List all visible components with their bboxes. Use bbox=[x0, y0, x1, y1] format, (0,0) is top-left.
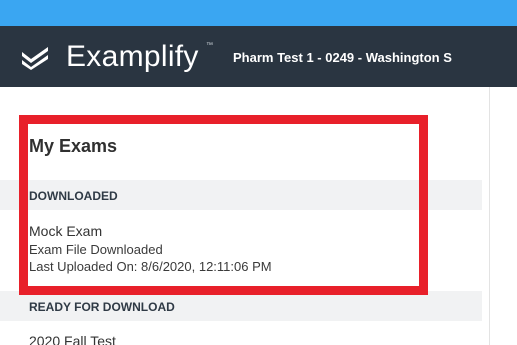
section-header-ready-for-download: READY FOR DOWNLOAD bbox=[0, 291, 482, 321]
panel-divider bbox=[489, 87, 490, 345]
brand-name: Examplify bbox=[66, 40, 199, 73]
examplify-check-logo-icon bbox=[22, 47, 48, 70]
section-label: READY FOR DOWNLOAD bbox=[29, 300, 175, 314]
exam-title: Pharm Test 1 - 0249 - Washington S bbox=[233, 50, 452, 65]
trademark-symbol: ™ bbox=[206, 42, 213, 49]
app-header: Examplify ™ Pharm Test 1 - 0249 - Washin… bbox=[0, 26, 517, 87]
top-accent-bar bbox=[0, 0, 517, 26]
exam-name-2020-fall-test[interactable]: 2020 Fall Test bbox=[29, 334, 116, 345]
highlight-box bbox=[19, 115, 428, 295]
